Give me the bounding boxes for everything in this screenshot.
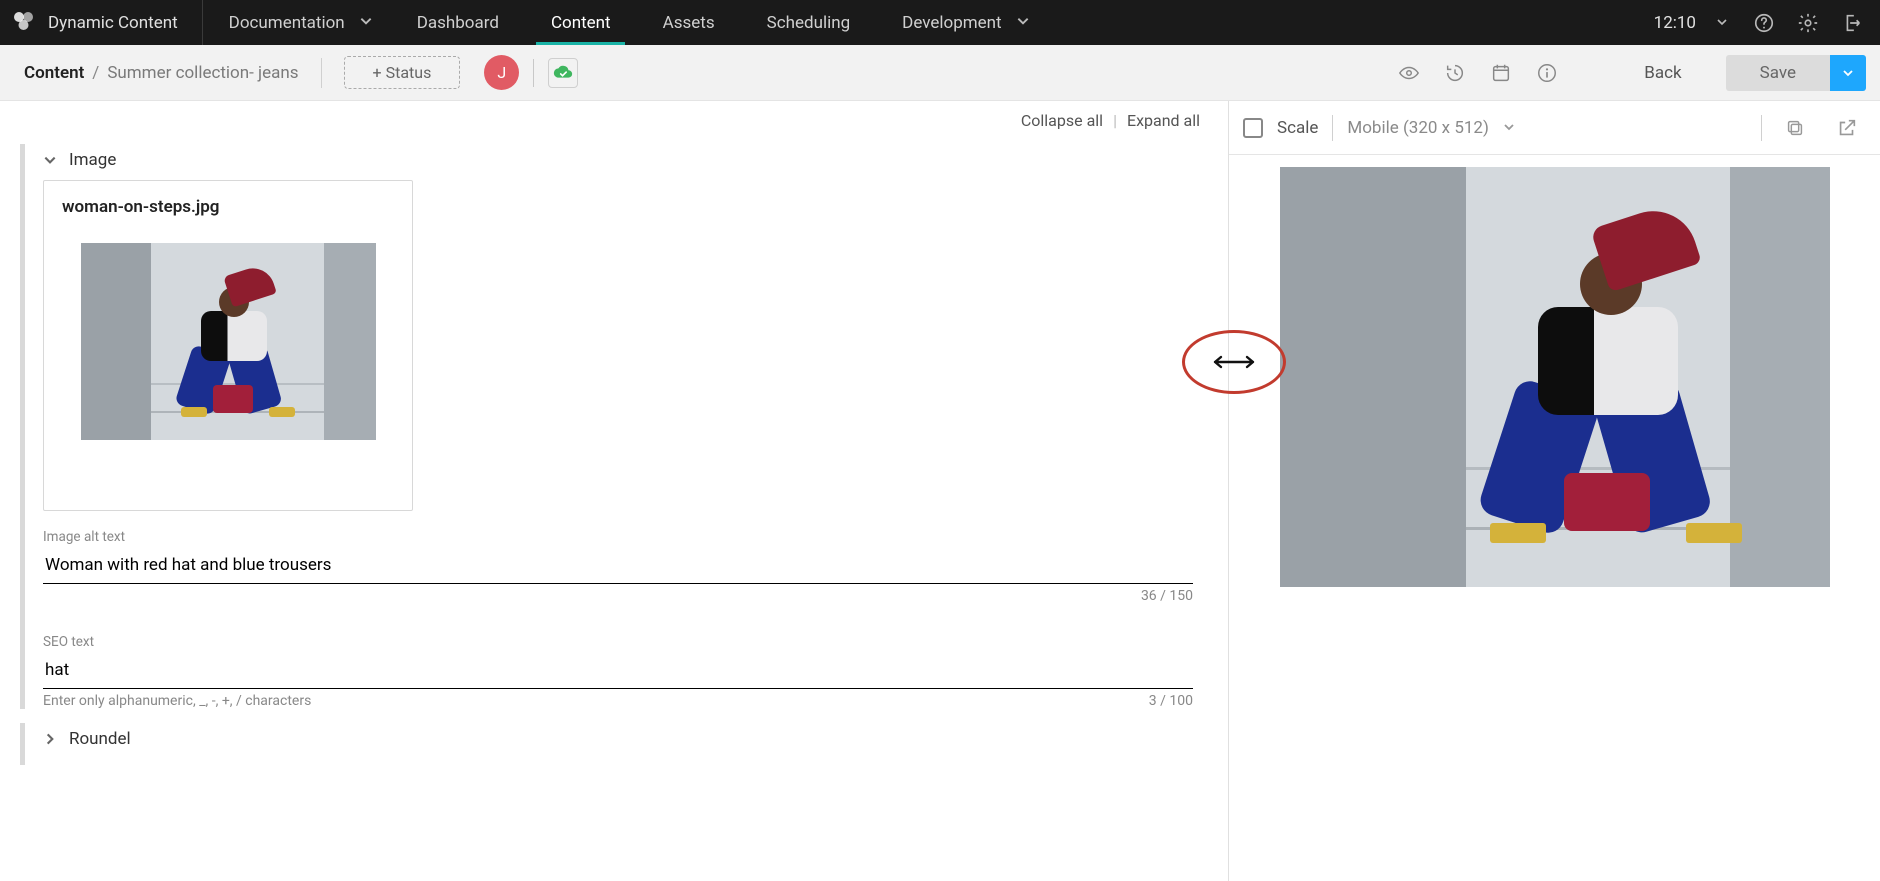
calendar-icon[interactable]	[1482, 54, 1520, 92]
divider	[1761, 115, 1762, 141]
section-image-header[interactable]: Image	[43, 144, 1208, 180]
gear-icon[interactable]	[1790, 5, 1826, 41]
clock[interactable]: 12:10	[1644, 13, 1738, 33]
save-split-button: Save	[1726, 55, 1866, 91]
nav-label: Scheduling	[767, 13, 851, 33]
chevron-down-icon	[359, 13, 373, 33]
nav-item-development[interactable]: Development	[876, 0, 1047, 45]
breadcrumb: Content / Summer collection- jeans	[24, 63, 299, 83]
image-card[interactable]: woman-on-steps.jpg	[43, 180, 413, 511]
toolbar-sep: |	[1113, 111, 1117, 130]
info-icon[interactable]	[1528, 54, 1566, 92]
chevron-down-icon	[1016, 13, 1030, 33]
preview-eye-icon[interactable]	[1390, 54, 1428, 92]
alt-text-input[interactable]	[43, 549, 1193, 584]
section-roundel-header[interactable]: Roundel	[43, 723, 1208, 759]
nav-item-dashboard[interactable]: Dashboard	[391, 0, 525, 45]
seo-counter: 3 / 100	[1149, 693, 1193, 709]
section-roundel: Roundel	[20, 723, 1208, 765]
editor-pane: Collapse all | Expand all Image woman-on…	[0, 101, 1228, 881]
chevron-right-icon	[43, 731, 59, 747]
nav-item-assets[interactable]: Assets	[637, 0, 741, 45]
section-title: Image	[69, 150, 116, 170]
copy-icon[interactable]	[1776, 109, 1814, 147]
preview-image	[1280, 167, 1830, 587]
nav-item-scheduling[interactable]: Scheduling	[741, 0, 877, 45]
chevron-down-icon	[1716, 13, 1728, 33]
device-select[interactable]: Mobile (320 x 512)	[1347, 118, 1515, 138]
back-button[interactable]: Back	[1614, 55, 1711, 91]
seo-help: Enter only alphanumeric, _, -, +, / char…	[43, 693, 311, 709]
breadcrumb-leaf: Summer collection- jeans	[107, 63, 298, 83]
nav-label: Assets	[663, 13, 715, 33]
chevron-down-icon	[43, 152, 59, 168]
field-label: SEO text	[43, 634, 1208, 650]
logout-icon[interactable]	[1834, 5, 1870, 41]
nav-right: 12:10	[1644, 0, 1880, 45]
device-label: Mobile (320 x 512)	[1347, 118, 1489, 138]
collapse-all-link[interactable]: Collapse all	[1021, 111, 1103, 130]
section-title: Roundel	[69, 729, 131, 749]
preview-pane: Scale Mobile (320 x 512)	[1228, 101, 1880, 881]
save-dropdown-button[interactable]	[1830, 55, 1866, 91]
nav-label: Content	[551, 13, 611, 33]
open-external-icon[interactable]	[1828, 109, 1866, 147]
main-split: Collapse all | Expand all Image woman-on…	[0, 101, 1880, 881]
nav-label: Development	[902, 13, 1001, 33]
divider	[321, 58, 322, 88]
brand-title: Dynamic Content	[48, 13, 178, 33]
subbar-right: Back Save	[1390, 54, 1866, 92]
image-thumbnail	[81, 243, 376, 440]
divider	[533, 59, 534, 87]
nav-label: Documentation	[229, 13, 345, 33]
scale-label: Scale	[1277, 118, 1318, 138]
preview-area	[1229, 155, 1880, 881]
expand-all-link[interactable]: Expand all	[1127, 111, 1200, 130]
chevron-down-icon	[1503, 118, 1515, 138]
section-image: Image woman-on-steps.jpg Image	[20, 144, 1208, 709]
history-icon[interactable]	[1436, 54, 1474, 92]
avatar[interactable]: J	[484, 55, 519, 90]
alt-counter: 36 / 150	[1141, 588, 1193, 604]
breadcrumb-sep: /	[92, 63, 99, 83]
scale-checkbox[interactable]	[1243, 118, 1263, 138]
sub-bar: Content / Summer collection- jeans + Sta…	[0, 45, 1880, 101]
save-button[interactable]: Save	[1726, 55, 1830, 91]
top-nav: Dynamic Content Documentation Dashboard …	[0, 0, 1880, 45]
seo-text-input[interactable]	[43, 654, 1193, 689]
preview-toolbar: Scale Mobile (320 x 512)	[1229, 101, 1880, 155]
nav-item-documentation[interactable]: Documentation	[203, 0, 391, 45]
field-seo-text: SEO text Enter only alphanumeric, _, -, …	[43, 634, 1208, 709]
editor-toolbar: Collapse all | Expand all	[0, 101, 1228, 130]
clock-time: 12:10	[1654, 13, 1696, 33]
nav-label: Dashboard	[417, 13, 499, 33]
brand-icon	[12, 9, 36, 37]
field-label: Image alt text	[43, 529, 1208, 545]
divider	[1332, 115, 1333, 141]
cloud-sync-icon[interactable]	[548, 58, 578, 88]
image-thumb-wrap	[62, 235, 394, 490]
brand: Dynamic Content	[0, 0, 203, 45]
image-card-title: woman-on-steps.jpg	[62, 197, 394, 217]
help-icon[interactable]	[1746, 5, 1782, 41]
nav-item-content[interactable]: Content	[525, 0, 637, 45]
breadcrumb-root[interactable]: Content	[24, 63, 84, 83]
field-alt-text: Image alt text 36 / 150	[43, 529, 1208, 604]
add-status-button[interactable]: + Status	[344, 56, 461, 89]
